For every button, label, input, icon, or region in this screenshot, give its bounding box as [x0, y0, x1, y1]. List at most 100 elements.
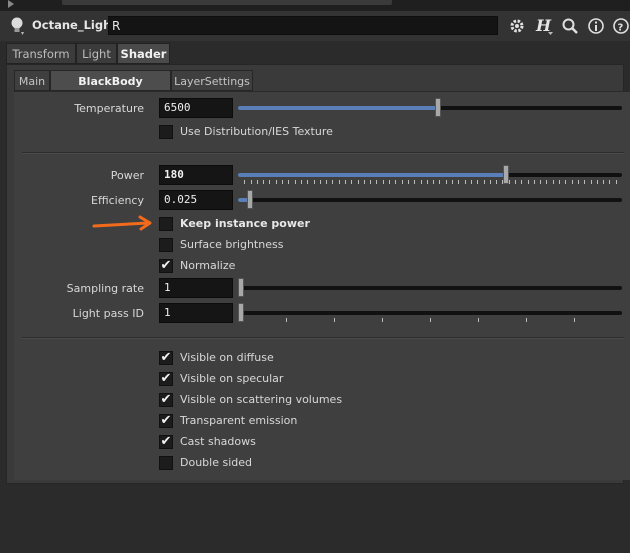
use-distribution-checkbox[interactable]: [159, 125, 173, 139]
top-strip: [0, 0, 630, 11]
efficiency-slider[interactable]: [238, 190, 622, 209]
node-name-field[interactable]: R: [108, 16, 498, 35]
temperature-slider-handle[interactable]: [435, 98, 441, 117]
slider-tick: [515, 180, 516, 184]
efficiency-label: Efficiency: [91, 194, 144, 207]
slider-tick: [559, 180, 560, 184]
light-pass-id-slider[interactable]: [238, 303, 622, 322]
slider-tick: [370, 180, 371, 184]
slider-tick: [430, 318, 431, 322]
sampling-rate-slider[interactable]: [238, 278, 622, 297]
slider-tick: [402, 180, 403, 184]
power-slider-ticks: [238, 180, 622, 184]
slider-tick: [326, 180, 327, 184]
temperature-slider-fill: [238, 106, 438, 110]
slider-tick: [382, 318, 383, 322]
slider-tick: [578, 180, 579, 184]
slider-tick: [546, 180, 547, 184]
slider-tick: [269, 180, 270, 184]
efficiency-field[interactable]: 0.025: [159, 190, 233, 210]
double-sided-label: Double sided: [180, 456, 252, 469]
power-label: Power: [110, 169, 144, 182]
slider-tick: [603, 180, 604, 184]
slider-tick: [490, 180, 491, 184]
slider-tick: [427, 180, 428, 184]
slider-tick: [477, 180, 478, 184]
svg-text:?: ?: [618, 23, 624, 34]
use-distribution-label: Use Distribution/IES Texture: [180, 125, 333, 138]
slider-tick: [376, 180, 377, 184]
info-icon[interactable]: [587, 17, 605, 35]
tab-blackbody-emission[interactable]: BlackBody Emission: [50, 70, 171, 109]
cast-shadows-checkbox[interactable]: ✔: [159, 435, 173, 449]
cast-shadows-label: Cast shadows: [180, 435, 256, 448]
tab-light[interactable]: Light: [76, 43, 117, 64]
slider-tick: [389, 180, 390, 184]
bulb-icon: [11, 17, 24, 35]
slider-tick: [509, 180, 510, 184]
slider-tick: [528, 180, 529, 184]
gear-icon[interactable]: [508, 17, 526, 35]
slider-tick: [282, 180, 283, 184]
visible-on-specular-checkbox[interactable]: ✔: [159, 372, 173, 386]
slider-tick: [244, 180, 245, 184]
slider-tick: [358, 180, 359, 184]
sampling-rate-slider-handle[interactable]: [238, 278, 244, 297]
section-divider: [22, 337, 624, 339]
slider-tick: [395, 180, 396, 184]
sampling-rate-label: Sampling rate: [66, 282, 144, 295]
slider-tick: [286, 318, 287, 322]
slider-tick: [251, 180, 252, 184]
collapse-arrow-icon[interactable]: [8, 0, 14, 8]
temperature-slider[interactable]: [238, 98, 622, 117]
slider-tick: [597, 180, 598, 184]
tab-layersettings[interactable]: LayerSettings: [171, 70, 253, 91]
power-slider-fill: [238, 173, 506, 177]
transparent-emission-label: Transparent emission: [180, 414, 298, 427]
slider-tick: [526, 318, 527, 322]
slider-tick: [521, 180, 522, 184]
slider-tick: [574, 318, 575, 322]
slider-tick: [334, 318, 335, 322]
efficiency-slider-handle[interactable]: [247, 190, 253, 209]
slider-tick: [339, 180, 340, 184]
slider-tick: [591, 180, 592, 184]
slider-tick: [584, 180, 585, 184]
slider-tick: [295, 180, 296, 184]
tab-main[interactable]: Main: [14, 70, 50, 91]
transparent-emission-checkbox[interactable]: ✔: [159, 414, 173, 428]
temperature-label: Temperature: [74, 102, 144, 115]
power-field[interactable]: 180: [159, 165, 233, 185]
slider-tick: [408, 180, 409, 184]
power-slider[interactable]: [238, 165, 622, 184]
visible-on-scattering-volumes-checkbox[interactable]: ✔: [159, 393, 173, 407]
node-name: Octane_Light: [32, 18, 117, 32]
light-pass-id-field[interactable]: 1: [159, 303, 233, 323]
temperature-field[interactable]: 6500: [159, 98, 233, 118]
keep-instance-power-checkbox[interactable]: [159, 217, 173, 231]
tab-transform[interactable]: Transform: [6, 43, 76, 64]
top-scrollbar[interactable]: [62, 0, 392, 5]
slider-tick: [383, 180, 384, 184]
slider-tick: [572, 180, 573, 184]
slider-tick: [609, 180, 610, 184]
visible-on-diffuse-checkbox[interactable]: ✔: [159, 351, 173, 365]
slider-tick: [471, 180, 472, 184]
question-icon[interactable]: ?: [612, 17, 630, 35]
annotation-arrow-icon: [92, 215, 152, 231]
keep-instance-power-label: Keep instance power: [180, 217, 310, 230]
slider-tick: [439, 180, 440, 184]
light-pass-id-slider-ticks: [238, 318, 622, 322]
help-h-icon[interactable]: H: [534, 17, 554, 35]
tab-shader[interactable]: Shader: [117, 43, 170, 64]
search-icon[interactable]: [561, 17, 579, 35]
double-sided-checkbox[interactable]: [159, 456, 173, 470]
slider-tick: [414, 180, 415, 184]
normalize-checkbox[interactable]: ✔: [159, 259, 173, 273]
slider-tick: [484, 180, 485, 184]
slider-tick: [553, 180, 554, 184]
light-pass-id-label: Light pass ID: [72, 307, 144, 320]
sampling-rate-field[interactable]: 1: [159, 278, 233, 298]
surface-brightness-checkbox[interactable]: [159, 238, 173, 252]
parameter-header: Octane_Light R H ?: [0, 11, 630, 41]
